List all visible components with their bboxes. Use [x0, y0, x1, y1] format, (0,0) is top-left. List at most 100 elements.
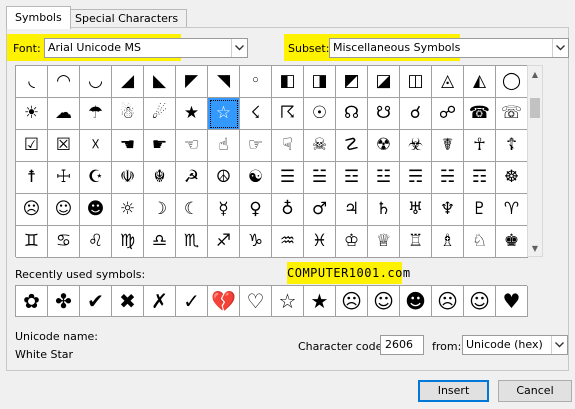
symbol-cell[interactable]: ♕: [368, 226, 400, 258]
symbol-cell[interactable]: ◯: [496, 66, 528, 98]
symbol-cell[interactable]: ♀: [240, 194, 272, 226]
symbol-cell[interactable]: ☾: [176, 194, 208, 226]
chevron-down-icon[interactable]: [551, 336, 567, 354]
symbol-cell[interactable]: ☻: [80, 194, 112, 226]
symbol-cell[interactable]: ♏: [176, 226, 208, 258]
symbol-cell[interactable]: ◠: [48, 66, 80, 98]
symbol-cell[interactable]: ☏: [496, 98, 528, 130]
symbol-cell[interactable]: ☋: [368, 98, 400, 130]
symbol-cell[interactable]: ☄: [144, 98, 176, 130]
chevron-down-icon[interactable]: [231, 39, 247, 57]
symbol-cell[interactable]: ☁: [48, 98, 80, 130]
symbol-cell[interactable]: ★: [176, 98, 208, 130]
subset-dropdown[interactable]: Miscellaneous Symbols: [329, 38, 569, 58]
symbol-cell[interactable]: ☩: [48, 162, 80, 194]
tab-symbols[interactable]: Symbols: [6, 6, 71, 29]
symbol-cell[interactable]: ♌: [80, 226, 112, 258]
symbol-cell[interactable]: ☉: [304, 98, 336, 130]
symbol-cell[interactable]: ◤: [176, 66, 208, 98]
symbol-cell[interactable]: ◣: [144, 66, 176, 98]
symbol-cell[interactable]: ♋: [48, 226, 80, 258]
recent-symbol-cell[interactable]: ✖: [112, 286, 144, 317]
symbol-cell[interactable]: ☿: [208, 194, 240, 226]
symbol-cell[interactable]: ☈: [272, 98, 304, 130]
symbol-cell-selected[interactable]: ☆: [208, 98, 240, 130]
symbol-cell[interactable]: ☬: [144, 162, 176, 194]
symbol-cell[interactable]: ☌: [400, 98, 432, 130]
symbol-cell[interactable]: ♇: [464, 194, 496, 226]
recent-symbol-cell[interactable]: ☺: [368, 286, 400, 317]
symbol-cell[interactable]: ☑: [16, 130, 48, 162]
symbol-cell[interactable]: ♘: [464, 226, 496, 258]
symbol-cell[interactable]: ♖: [400, 226, 432, 258]
recent-symbol-cell[interactable]: ☹: [432, 286, 464, 317]
symbol-cell[interactable]: ☭: [176, 162, 208, 194]
recent-symbol-cell[interactable]: ✗: [144, 286, 176, 317]
symbol-cell[interactable]: ☣: [400, 130, 432, 162]
symbol-cell[interactable]: ◧: [272, 66, 304, 98]
symbol-cell[interactable]: ☵: [432, 162, 464, 194]
symbol-cell[interactable]: ♐: [208, 226, 240, 258]
symbol-cell[interactable]: ☪: [80, 162, 112, 194]
recent-symbol-cell[interactable]: 💔: [208, 286, 240, 317]
recent-symbol-cell[interactable]: ✿: [16, 286, 48, 317]
symbol-cell[interactable]: ☺: [48, 194, 80, 226]
tab-special-characters[interactable]: Special Characters: [66, 9, 188, 28]
symbol-cell[interactable]: ♅: [400, 194, 432, 226]
symbol-cell[interactable]: ☼: [112, 194, 144, 226]
symbol-cell[interactable]: ☫: [112, 162, 144, 194]
symbol-cell[interactable]: ♂: [304, 194, 336, 226]
symbol-cell[interactable]: ☲: [336, 162, 368, 194]
symbol-cell[interactable]: ☯: [240, 162, 272, 194]
symbol-cell[interactable]: ☛: [144, 130, 176, 162]
symbol-cell[interactable]: ♃: [336, 194, 368, 226]
recent-symbol-cell[interactable]: ♥: [496, 286, 528, 317]
symbol-cell[interactable]: ☟: [272, 130, 304, 162]
symbol-cell[interactable]: ☀: [16, 98, 48, 130]
symbol-cell[interactable]: ☃: [112, 98, 144, 130]
symbol-cell[interactable]: ♚: [496, 226, 528, 258]
recent-symbol-cell[interactable]: ☆: [272, 286, 304, 317]
symbol-cell[interactable]: ◩: [336, 66, 368, 98]
symbol-cell[interactable]: ♆: [432, 194, 464, 226]
symbol-cell[interactable]: ♒: [272, 226, 304, 258]
chevron-down-icon[interactable]: [552, 39, 568, 57]
symbol-cell[interactable]: ♑: [240, 226, 272, 258]
symbol-cell[interactable]: ☚: [112, 130, 144, 162]
symbol-cell[interactable]: ♎: [144, 226, 176, 258]
symbol-cell[interactable]: ◟: [16, 66, 48, 98]
symbol-cell[interactable]: ♓: [304, 226, 336, 258]
symbol-cell[interactable]: ☰: [272, 162, 304, 194]
symbol-cell[interactable]: ☹: [16, 194, 48, 226]
symbol-cell[interactable]: ♁: [272, 194, 304, 226]
symbol-cell[interactable]: ☶: [464, 162, 496, 194]
scrollbar-thumb[interactable]: [530, 98, 540, 118]
symbol-cell[interactable]: ☨: [16, 162, 48, 194]
recent-symbol-cell[interactable]: ♡: [240, 286, 272, 317]
symbol-cell[interactable]: ◦: [240, 66, 272, 98]
symbol-cell[interactable]: ☮: [208, 162, 240, 194]
recent-symbol-cell[interactable]: ✓: [176, 286, 208, 317]
symbol-cell[interactable]: ♔: [336, 226, 368, 258]
symbol-cell[interactable]: ☊: [336, 98, 368, 130]
symbol-cell[interactable]: ☝: [208, 130, 240, 162]
recent-symbol-cell[interactable]: ★: [304, 286, 336, 317]
symbol-cell[interactable]: ◨: [304, 66, 336, 98]
symbol-cell[interactable]: ◭: [464, 66, 496, 98]
recent-symbol-cell[interactable]: ☻: [400, 286, 432, 317]
symbol-cell[interactable]: ♈: [496, 194, 528, 226]
symbol-cell[interactable]: ☢: [368, 130, 400, 162]
character-code-input[interactable]: 2606: [380, 335, 424, 355]
symbol-cell[interactable]: ◫: [400, 66, 432, 98]
symbol-cell[interactable]: ☴: [400, 162, 432, 194]
symbol-cell[interactable]: ☡: [336, 130, 368, 162]
recent-symbol-cell[interactable]: ✔: [80, 286, 112, 317]
symbol-cell[interactable]: ♗: [432, 226, 464, 258]
symbol-cell[interactable]: ☤: [432, 130, 464, 162]
symbol-cell[interactable]: ☜: [176, 130, 208, 162]
symbol-grid-scrollbar[interactable]: ▲ ▼: [527, 65, 543, 257]
symbol-cell[interactable]: ☠: [304, 130, 336, 162]
symbol-cell[interactable]: ◬: [432, 66, 464, 98]
symbol-cell[interactable]: ♍: [112, 226, 144, 258]
symbol-cell[interactable]: ☎: [464, 98, 496, 130]
